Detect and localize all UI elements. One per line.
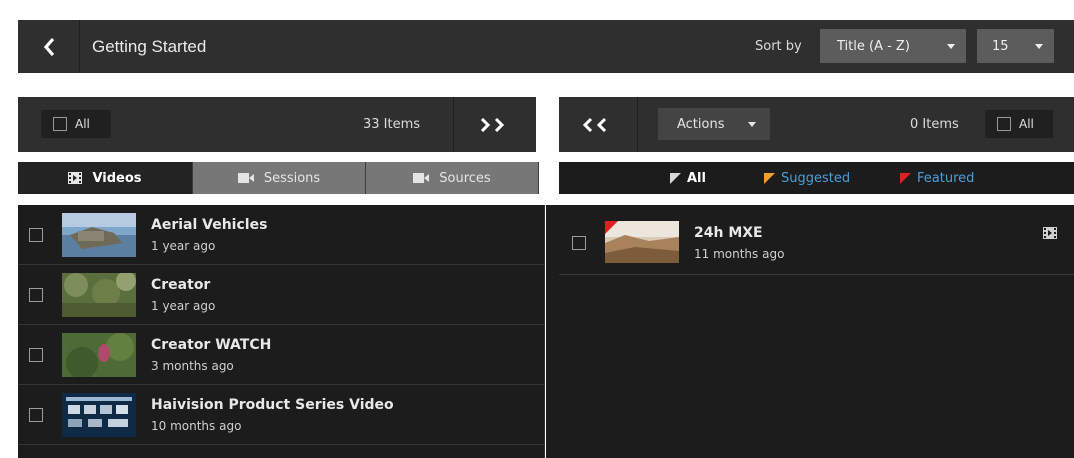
per-page-dropdown[interactable]: 15	[977, 29, 1054, 63]
filter-all[interactable]: All	[670, 162, 706, 194]
select-all-checkbox[interactable]	[997, 117, 1011, 131]
select-all-right[interactable]: All	[985, 110, 1053, 138]
filter-suggested-label: Suggested	[781, 170, 851, 186]
tab-videos-label: Videos	[92, 170, 142, 186]
item-title: Aerial Vehicles	[151, 217, 268, 233]
tab-videos[interactable]: Videos	[18, 162, 193, 194]
list-item[interactable]: Aerial Vehicles 1 year ago	[18, 205, 544, 265]
thumbnail	[62, 213, 136, 257]
select-all-left[interactable]: All	[41, 110, 111, 138]
item-checkbox[interactable]	[29, 408, 43, 422]
filter-suggested[interactable]: Suggested	[764, 162, 850, 194]
left-panel-toolbar: All 33 Items	[18, 97, 536, 152]
double-chevron-right-icon	[480, 117, 505, 132]
item-title: 24h MXE	[694, 225, 763, 241]
list-item[interactable]: Haivision Product Series Video 10 months…	[18, 385, 544, 445]
item-age: 11 months ago	[694, 247, 785, 261]
item-title: Haivision Product Series Video	[151, 397, 394, 413]
item-age: 1 year ago	[151, 239, 216, 253]
right-panel-toolbar: Actions 0 Items All	[559, 97, 1074, 152]
featured-marker-icon	[605, 221, 618, 234]
header-bar: Getting Started Sort by Title (A - Z) 15	[18, 20, 1074, 73]
list-item[interactable]: 24h MXE 11 months ago	[559, 205, 1074, 275]
thumbnail	[62, 333, 136, 377]
sort-label: Sort by	[755, 39, 802, 54]
chevron-left-icon	[43, 37, 54, 56]
tab-sources[interactable]: Sources	[366, 162, 539, 194]
actions-dropdown[interactable]: Actions	[658, 108, 770, 140]
page-title: Getting Started	[92, 37, 207, 56]
tab-sources-label: Sources	[439, 170, 491, 186]
flag-icon	[670, 172, 681, 184]
item-age: 3 months ago	[151, 359, 234, 373]
camera-icon	[237, 173, 254, 183]
thumbnail	[605, 221, 679, 263]
sort-value: Title (A - Z)	[837, 38, 910, 54]
left-items-count: 33 Items	[363, 117, 421, 132]
selection-filters: All Suggested Featured	[559, 162, 1074, 194]
tab-sessions[interactable]: Sessions	[193, 162, 366, 194]
list-item[interactable]: Creator WATCH 3 months ago	[18, 325, 544, 385]
select-all-checkbox[interactable]	[53, 117, 67, 131]
film-icon	[68, 172, 83, 184]
filter-featured[interactable]: Featured	[900, 162, 974, 194]
video-camera-icon	[413, 173, 430, 183]
double-chevron-left-icon	[583, 117, 607, 132]
move-right-button[interactable]	[453, 97, 536, 152]
item-title: Creator WATCH	[151, 337, 272, 353]
list-item[interactable]: Creator 1 year ago	[18, 265, 544, 325]
media-type-tabs: Videos Sessions Sources	[18, 162, 539, 194]
move-left-button[interactable]	[559, 97, 638, 152]
back-button[interactable]	[18, 20, 80, 73]
filter-all-label: All	[687, 170, 706, 186]
caret-down-icon	[1035, 44, 1043, 49]
available-media-list: Aerial Vehicles 1 year ago Creator 1 yea…	[18, 205, 545, 458]
select-all-label: All	[1019, 117, 1034, 131]
tab-sessions-label: Sessions	[263, 170, 321, 186]
item-checkbox[interactable]	[29, 288, 43, 302]
item-age: 1 year ago	[151, 299, 216, 313]
item-checkbox[interactable]	[29, 228, 43, 242]
item-title: Creator	[151, 277, 211, 293]
item-checkbox[interactable]	[29, 348, 43, 362]
sort-dropdown[interactable]: Title (A - Z)	[820, 29, 966, 63]
film-icon	[1043, 227, 1057, 239]
filter-featured-label: Featured	[917, 170, 975, 186]
actions-label: Actions	[677, 116, 725, 132]
caret-down-icon	[748, 122, 756, 127]
selected-media-list: 24h MXE 11 months ago	[546, 205, 1074, 458]
item-age: 10 months ago	[151, 419, 242, 433]
item-checkbox[interactable]	[572, 236, 586, 250]
flag-icon	[764, 172, 775, 184]
per-page-value: 15	[992, 38, 1009, 54]
thumbnail	[62, 393, 136, 437]
thumbnail	[62, 273, 136, 317]
caret-down-icon	[947, 44, 955, 49]
right-items-count: 0 Items	[910, 117, 959, 132]
select-all-label: All	[75, 117, 90, 131]
flag-icon	[900, 172, 911, 184]
